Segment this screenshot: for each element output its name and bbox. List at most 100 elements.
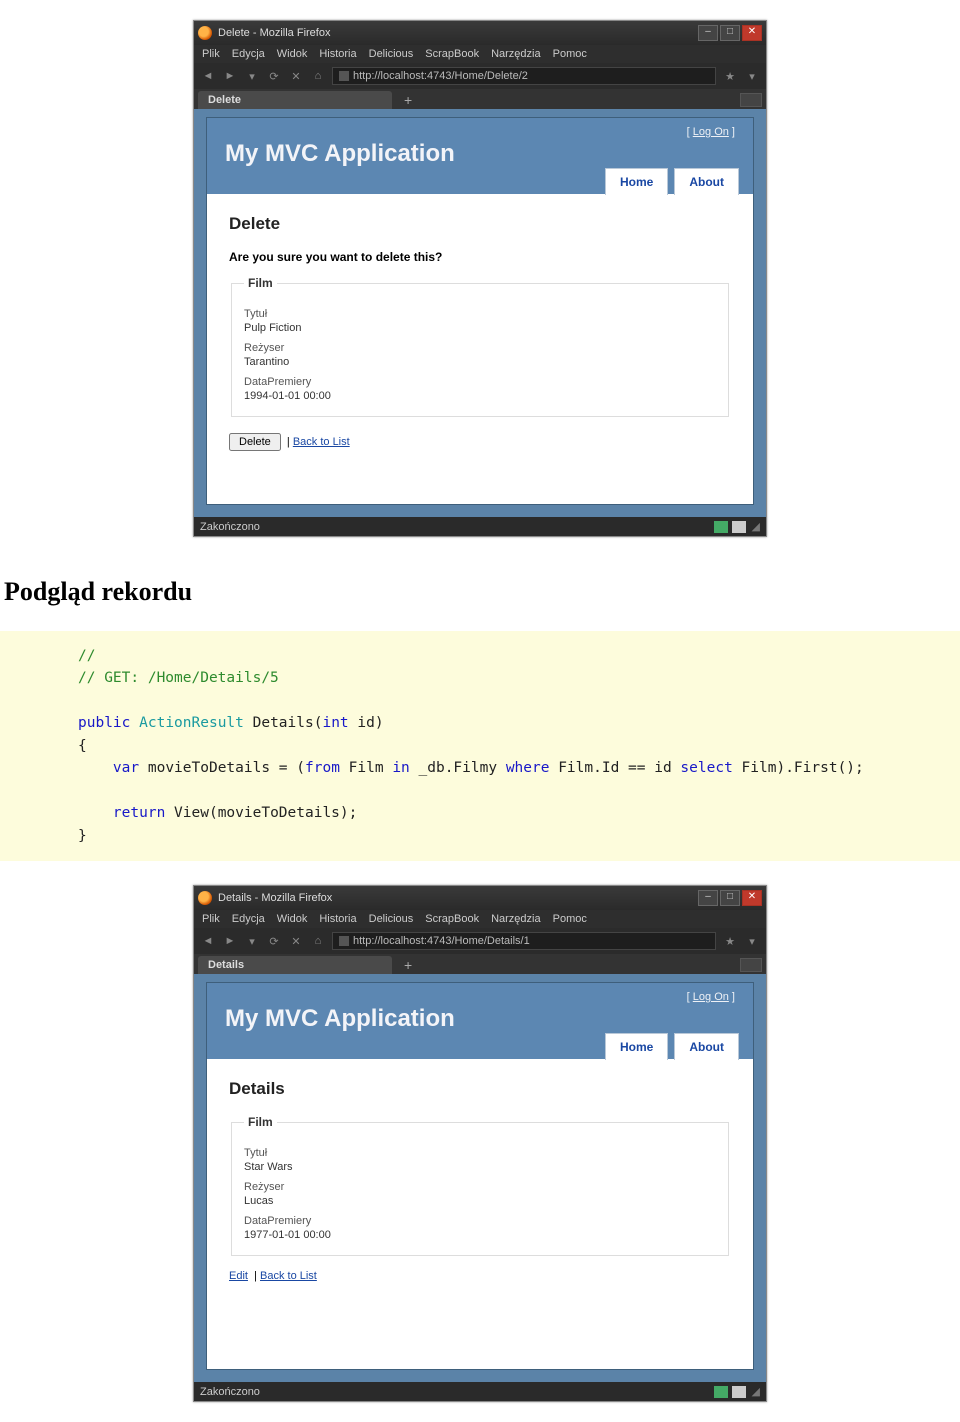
status-text: Zakończono <box>200 521 260 533</box>
menu-item[interactable]: Plik <box>202 913 220 925</box>
nav-toolbar: ◄ ► ▾ ⟳ ✕ ⌂ http://localhost:4743/Home/D… <box>194 63 766 89</box>
fieldset-legend: Film <box>244 1115 277 1129</box>
menu-item[interactable]: Widok <box>277 913 308 925</box>
new-tab-button[interactable]: + <box>398 92 418 108</box>
mvc-header: [ Log On ] My MVC Application Home About <box>207 983 753 1059</box>
form-actions: Delete | Back to List <box>229 433 731 451</box>
close-button[interactable]: ✕ <box>742 890 762 906</box>
dropdown-icon[interactable]: ▾ <box>244 933 260 949</box>
window-titlebar: Delete - Mozilla Firefox – □ ✕ <box>194 21 766 45</box>
record-links: Edit | Back to List <box>229 1270 731 1282</box>
menu-item[interactable]: Pomoc <box>553 48 587 60</box>
field-value: Pulp Fiction <box>244 322 716 334</box>
film-fieldset: Film Tytuł Pulp Fiction Reżyser Tarantin… <box>231 276 729 417</box>
tab-strip: Details + <box>194 954 766 974</box>
nav-home[interactable]: Home <box>605 168 668 195</box>
resize-grip-icon[interactable]: ◢ <box>752 1385 760 1398</box>
mail-icon <box>732 1386 746 1398</box>
maximize-button[interactable]: □ <box>720 890 740 906</box>
logon-link[interactable]: Log On <box>693 126 729 138</box>
logon-area: [ Log On ] <box>687 126 735 138</box>
field-label: DataPremiery <box>244 376 716 388</box>
nav-about[interactable]: About <box>674 168 739 195</box>
maximize-button[interactable]: □ <box>720 25 740 41</box>
menu-item[interactable]: Narzędzia <box>491 48 541 60</box>
forward-icon[interactable]: ► <box>222 933 238 949</box>
forward-icon[interactable]: ► <box>222 68 238 84</box>
menu-item[interactable]: Historia <box>319 48 356 60</box>
address-bar[interactable]: http://localhost:4743/Home/Delete/2 <box>332 67 716 85</box>
code-block: // // GET: /Home/Details/5 public Action… <box>0 631 960 861</box>
close-button[interactable]: ✕ <box>742 25 762 41</box>
fieldset-legend: Film <box>244 276 277 290</box>
new-tab-button[interactable]: + <box>398 957 418 973</box>
reload-icon[interactable]: ⟳ <box>266 68 282 84</box>
back-to-list-link[interactable]: Back to List <box>260 1270 317 1282</box>
address-bar[interactable]: http://localhost:4743/Home/Details/1 <box>332 932 716 950</box>
tab-overflow-icon[interactable] <box>740 93 762 107</box>
toolbar-menu-icon[interactable]: ▾ <box>744 68 760 84</box>
field-value: Star Wars <box>244 1161 716 1173</box>
nav-about[interactable]: About <box>674 1033 739 1060</box>
page-heading: Details <box>229 1079 731 1099</box>
status-text: Zakończono <box>200 1386 260 1398</box>
menu-item[interactable]: Historia <box>319 913 356 925</box>
page-icon <box>339 936 349 946</box>
mvc-header: [ Log On ] My MVC Application Home About <box>207 118 753 194</box>
menu-item[interactable]: Plik <box>202 48 220 60</box>
field-value: Lucas <box>244 1195 716 1207</box>
delete-button[interactable]: Delete <box>229 433 281 451</box>
menu-item[interactable]: ScrapBook <box>425 913 479 925</box>
firefox-icon <box>198 891 212 905</box>
back-icon[interactable]: ◄ <box>200 933 216 949</box>
field-label: Reżyser <box>244 1181 716 1193</box>
film-fieldset: Film Tytuł Star Wars Reżyser Lucas DataP… <box>231 1115 729 1256</box>
dropdown-icon[interactable]: ▾ <box>244 68 260 84</box>
menu-item[interactable]: Edycja <box>232 48 265 60</box>
confirm-text: Are you sure you want to delete this? <box>229 250 731 264</box>
window-title: Details - Mozilla Firefox <box>218 892 698 904</box>
field-value: 1994-01-01 00:00 <box>244 390 716 402</box>
edit-link[interactable]: Edit <box>229 1270 248 1282</box>
home-icon[interactable]: ⌂ <box>310 933 326 949</box>
back-to-list-link[interactable]: Back to List <box>293 436 350 448</box>
resize-grip-icon[interactable]: ◢ <box>752 520 760 533</box>
mvc-page: [ Log On ] My MVC Application Home About… <box>206 982 754 1370</box>
back-icon[interactable]: ◄ <box>200 68 216 84</box>
page-icon <box>339 71 349 81</box>
status-bar: Zakończono ◢ <box>194 1382 766 1401</box>
page-heading: Delete <box>229 214 731 234</box>
menu-item[interactable]: Delicious <box>369 48 414 60</box>
bookmark-icon[interactable]: ★ <box>722 68 738 84</box>
menu-item[interactable]: ScrapBook <box>425 48 479 60</box>
mvc-body: Details Film Tytuł Star Wars Reżyser Luc… <box>207 1059 753 1369</box>
browser-tab[interactable]: Delete <box>198 91 392 109</box>
field-label: Reżyser <box>244 342 716 354</box>
stop-icon[interactable]: ✕ <box>288 933 304 949</box>
status-icon <box>714 521 728 533</box>
menu-item[interactable]: Edycja <box>232 913 265 925</box>
menu-item[interactable]: Widok <box>277 48 308 60</box>
toolbar-menu-icon[interactable]: ▾ <box>744 933 760 949</box>
menu-item[interactable]: Delicious <box>369 913 414 925</box>
logon-link[interactable]: Log On <box>693 991 729 1003</box>
bookmark-icon[interactable]: ★ <box>722 933 738 949</box>
menu-item[interactable]: Narzędzia <box>491 913 541 925</box>
browser-tab[interactable]: Details <box>198 956 392 974</box>
tab-overflow-icon[interactable] <box>740 958 762 972</box>
menu-item[interactable]: Pomoc <box>553 913 587 925</box>
window-titlebar: Details - Mozilla Firefox – □ ✕ <box>194 886 766 910</box>
minimize-button[interactable]: – <box>698 25 718 41</box>
status-bar: Zakończono ◢ <box>194 517 766 536</box>
field-label: Tytuł <box>244 1147 716 1159</box>
window-title: Delete - Mozilla Firefox <box>218 27 698 39</box>
home-icon[interactable]: ⌂ <box>310 68 326 84</box>
reload-icon[interactable]: ⟳ <box>266 933 282 949</box>
field-value: Tarantino <box>244 356 716 368</box>
field-value: 1977-01-01 00:00 <box>244 1229 716 1241</box>
nav-home[interactable]: Home <box>605 1033 668 1060</box>
stop-icon[interactable]: ✕ <box>288 68 304 84</box>
firefox-icon <box>198 26 212 40</box>
nav-toolbar: ◄ ► ▾ ⟳ ✕ ⌂ http://localhost:4743/Home/D… <box>194 928 766 954</box>
minimize-button[interactable]: – <box>698 890 718 906</box>
